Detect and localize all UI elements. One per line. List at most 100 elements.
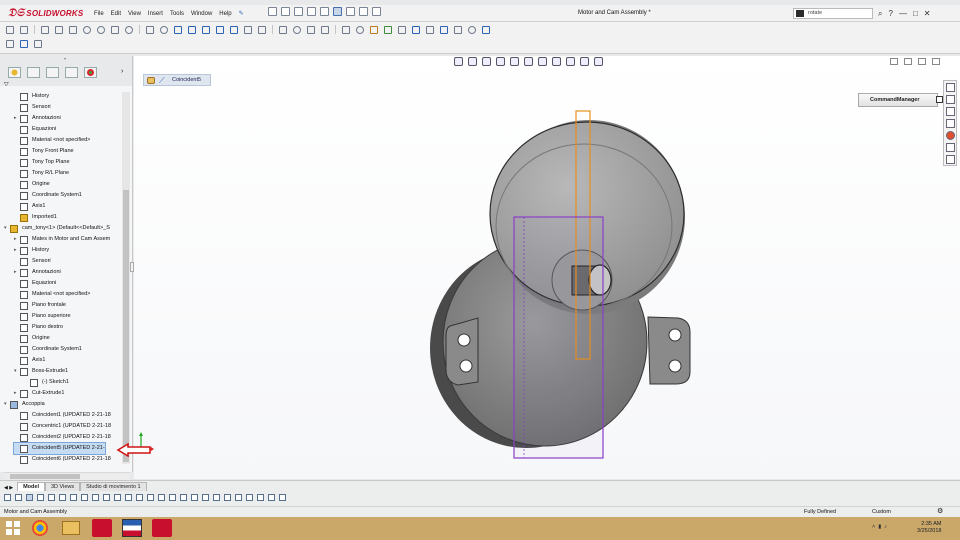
hole-alignment-icon[interactable] [224,494,231,501]
sketch-rectangle-icon[interactable] [6,25,14,34]
mirror-icon[interactable] [258,25,266,34]
graphics-area[interactable] [130,56,960,479]
instant-2d-icon[interactable] [398,25,406,34]
nav-arrows-icon[interactable]: ◀ ▶ [0,485,17,491]
tab-model[interactable]: Model [17,482,45,491]
solidworks-2017-icon[interactable] [92,519,112,537]
tray-chevron-icon[interactable]: ˄ [872,524,875,530]
tree-node[interactable]: Concentric1 (UPDATED 2-21-18 [14,421,111,432]
design-library-icon[interactable] [946,95,955,104]
measure-icon[interactable] [235,494,242,501]
cut-extrude-icon[interactable] [230,25,238,34]
show-hidden-icon[interactable] [81,494,88,501]
mate-icon[interactable] [15,494,22,501]
view-palette-icon[interactable] [946,119,955,128]
display-style-icon[interactable] [538,57,547,66]
instant-3d-toggle-icon[interactable] [279,494,286,501]
tree-node[interactable]: Coincident1 (UPDATED 2-21-18 [14,410,111,421]
text-icon[interactable] [244,25,252,34]
edit-appearance-icon[interactable] [566,57,575,66]
component-preview-icon[interactable] [37,494,44,501]
new-document-icon[interactable] [268,7,277,16]
zoom-to-fit-icon[interactable] [454,57,463,66]
appearances-icon[interactable] [946,131,955,140]
shaded-sketch-icon[interactable] [412,25,420,34]
menu-window[interactable]: Window [191,11,212,17]
tree-node[interactable]: Imported1 [14,212,57,223]
apply-scene-icon[interactable] [580,57,589,66]
tree-node[interactable]: Material <not specified> [14,135,90,146]
save-icon[interactable] [294,7,303,16]
repair-sketch-icon[interactable] [356,25,364,34]
tree-node[interactable]: Piano superiore [14,311,71,322]
revolve-icon[interactable] [188,25,196,34]
clearance-verification-icon[interactable] [213,494,220,501]
reference-geometry-icon[interactable] [103,494,110,501]
rapid-sketch-icon[interactable] [384,25,392,34]
extrude-boss-icon[interactable] [174,25,182,34]
view-orientation-icon[interactable] [524,57,533,66]
assembly-features-icon[interactable] [92,494,99,501]
circle-icon[interactable] [83,25,91,34]
assembly-icon[interactable] [147,77,155,84]
screen-capture-icon[interactable] [34,40,42,48]
minimize-button[interactable]: — [899,9,907,18]
point-icon[interactable] [160,25,168,34]
menu-insert[interactable]: Insert [148,11,163,17]
loft-icon[interactable] [216,25,224,34]
section-view-icon[interactable] [496,57,505,66]
customize-icon[interactable]: ⚙ [937,507,943,517]
tree-node[interactable]: ▸ Cut-Extrude1 [14,388,64,399]
viewport-tile-icon[interactable] [890,58,898,65]
file-properties-icon[interactable] [359,7,368,16]
linear-pattern-bottom-icon[interactable] [48,494,55,501]
units-selector[interactable]: Custom [872,507,891,517]
solidworks-logo[interactable]: 𝔇𝔖 SOLIDWORKS [8,6,83,21]
smart-fasteners-icon[interactable] [59,494,66,501]
hide-show-items-icon[interactable] [552,57,561,66]
dynamic-annotation-icon[interactable] [510,57,519,66]
tree-node[interactable]: ▾ Accoppia [4,399,45,410]
menu-edit[interactable]: Edit [111,11,121,17]
motor-mount-tab-right[interactable] [647,316,691,385]
close-button[interactable]: ✕ [924,9,931,18]
mass-properties-icon[interactable] [246,494,253,501]
maximize-button[interactable]: □ [913,9,918,18]
new-motion-study-icon[interactable] [114,494,121,501]
file-explorer-icon[interactable] [946,107,955,116]
tree-scroll-thumb[interactable] [123,190,129,462]
offset-entities-icon[interactable] [293,25,301,34]
tree-node[interactable]: Axis1 [14,201,45,212]
print-icon[interactable] [307,7,316,16]
select-icon[interactable] [333,7,342,16]
rebuild-icon[interactable] [346,7,355,16]
previous-view-icon[interactable] [482,57,491,66]
tree-node[interactable]: History [14,91,49,102]
tab-motion-study[interactable]: Studio di movimento 1 [80,482,147,491]
search-input[interactable]: rotate [793,8,873,19]
interference-detection-icon[interactable] [202,494,209,501]
sweep-icon[interactable] [202,25,210,34]
large-assembly-icon[interactable] [191,494,198,501]
expand-arrow-icon[interactable]: › [121,68,123,75]
solidworks-resources-icon[interactable] [946,83,955,92]
tree-node[interactable]: Equazioni [14,278,56,289]
move-component-icon[interactable] [70,494,77,501]
view-settings-icon[interactable] [594,57,603,66]
viewport-restore-icon[interactable] [904,58,912,65]
search-icon[interactable]: ⌕ [878,9,882,19]
quick-snaps-icon[interactable] [370,25,378,34]
tree-node[interactable]: Sensori [14,102,51,113]
tree-node[interactable]: ▸ History [14,245,49,256]
tree-hscroll-thumb[interactable] [10,474,80,479]
tree-node[interactable]: Coincident2 (UPDATED 2-21-18 [14,432,111,443]
tree-node[interactable]: Coordinate System1 [14,344,82,355]
mate-reference-icon[interactable] [482,25,490,34]
taskbar-clock[interactable]: 2:35 AM 3/25/2018 [917,521,941,535]
select-tool-icon[interactable] [26,494,33,501]
viewport-minimize-icon[interactable] [918,58,926,65]
update-speedpak-icon[interactable] [169,494,176,501]
tree-horizontal-scrollbar[interactable] [4,472,130,480]
tree-node[interactable]: ▾ cam_tony<1> (Default<<Default>_S [4,223,110,234]
move-entities-icon[interactable] [321,25,329,34]
